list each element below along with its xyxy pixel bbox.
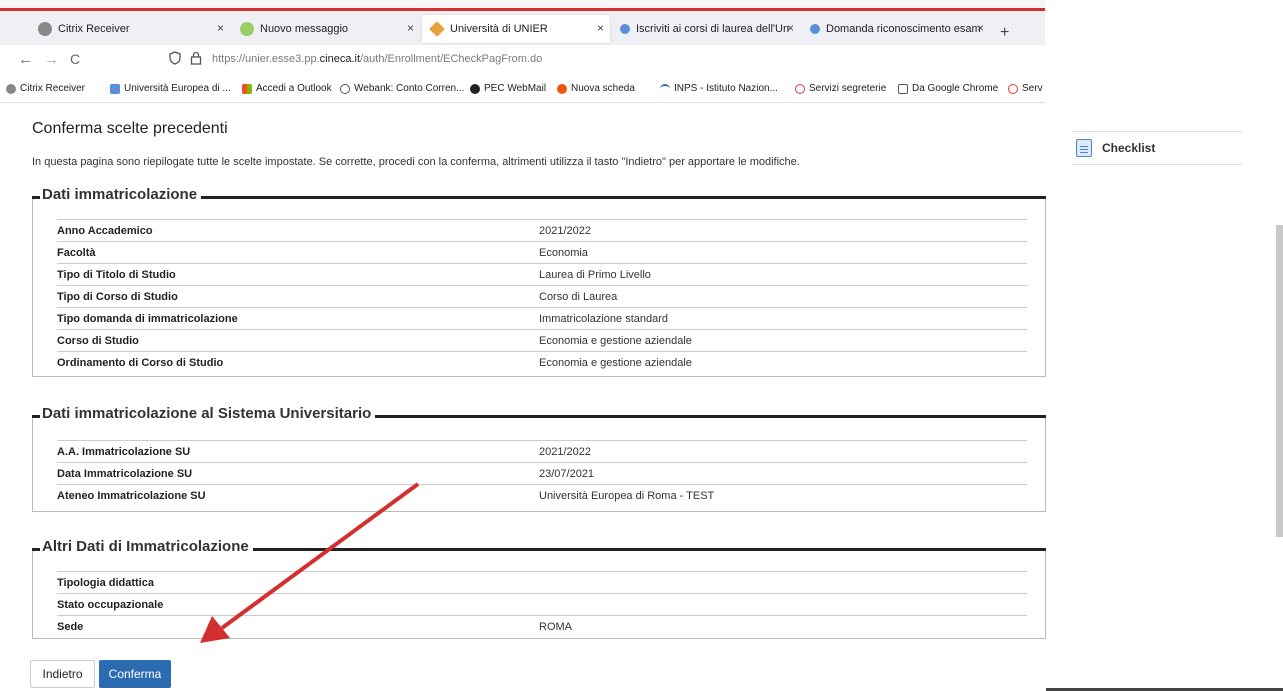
unier-small-icon <box>810 24 820 34</box>
close-icon[interactable]: × <box>407 21 414 35</box>
unier-icon <box>429 21 445 37</box>
url-bar[interactable]: https://unier.esse3.pp.cineca.it/auth/En… <box>212 53 542 65</box>
microsoft-icon <box>242 83 252 94</box>
clipboard-icon <box>1076 139 1092 157</box>
bookmark-pec[interactable]: PEC WebMail <box>470 83 546 94</box>
folder-icon <box>898 83 908 94</box>
new-tab-button[interactable]: + <box>1000 24 1009 42</box>
table-row: Sede ROMA <box>57 615 1027 637</box>
confirm-button[interactable]: Conferma <box>99 660 171 688</box>
browser-chrome: Citrix Receiver × Nuovo messaggio × Univ… <box>0 0 1045 103</box>
tab-citrix[interactable]: Citrix Receiver × <box>30 15 230 43</box>
url-path: /auth/Enrollment/ECheckPagFrom.do <box>360 53 543 65</box>
tab-universita-unier[interactable]: Università di UNIER × <box>422 15 610 43</box>
sidebar-item-label: Checklist <box>1102 141 1156 155</box>
section-box-altri-dati: Tipologia didattica Stato occupazionale … <box>32 551 1046 639</box>
bookmark-folder-chrome[interactable]: Da Google Chrome <box>898 83 998 94</box>
scrollbar[interactable] <box>1276 225 1283 537</box>
circle-icon <box>795 83 805 94</box>
forward-icon[interactable]: → <box>44 51 59 68</box>
pec-icon <box>470 83 480 94</box>
close-icon[interactable]: × <box>787 21 794 35</box>
page-title: Conferma scelte precedenti <box>32 120 228 137</box>
section-box-dati-immatricolazione: Anno Accademico 2021/2022 Facoltà Economia… <box>32 199 1046 377</box>
table-row: Tipo di Titolo di Studio Laurea di Primo … <box>57 263 1027 285</box>
url-prefix: https://unier.esse3.pp. <box>212 53 320 65</box>
table-row: Anno Accademico 2021/2022 <box>57 219 1027 241</box>
form-actions: Indietro Conferma <box>0 660 300 690</box>
section-box-sistema-universitario: A.A. Immatricolazione SU 2021/2022 Data I… <box>32 418 1046 512</box>
back-button[interactable]: Indietro <box>30 660 95 688</box>
table-row: Facoltà Economia <box>57 241 1027 263</box>
tab-domanda[interactable]: Domanda riconoscimento esam × <box>802 15 990 43</box>
shield-icon[interactable] <box>168 51 182 68</box>
url-domain: cineca.it <box>319 53 360 65</box>
table-row: Tipologia didattica <box>57 571 1027 593</box>
bookmark-webank[interactable]: Webank: Conto Corren... <box>340 83 464 94</box>
table-row: Stato occupazionale <box>57 593 1027 615</box>
tab-nuovo-messaggio[interactable]: Nuovo messaggio × <box>232 15 420 43</box>
citrix-icon <box>6 83 16 94</box>
bookmark-serv[interactable]: Serv <box>1008 83 1043 94</box>
right-sidebar: Checklist <box>1060 103 1283 691</box>
unier-small-icon <box>110 83 120 94</box>
bookmarks-bar: Citrix Receiver Università Europea di ..… <box>0 75 1045 103</box>
page-content: Conferma scelte precedenti In questa pag… <box>0 103 1060 691</box>
tab-iscriviti[interactable]: Iscriviti ai corsi di laurea dell'Un × <box>612 15 800 43</box>
close-icon[interactable]: × <box>977 21 984 35</box>
globe-icon <box>340 83 350 94</box>
citrix-icon <box>38 22 52 36</box>
table-row: Data Immatricolazione SU 23/07/2021 <box>57 462 1027 484</box>
close-icon[interactable]: × <box>217 21 224 35</box>
navigation-bar: ← → C https://unier.esse3.pp.cineca.it/a… <box>0 45 1045 75</box>
lock-icon[interactable] <box>190 51 202 68</box>
reload-icon[interactable]: C <box>70 51 80 67</box>
table-row: Tipo di Corso di Studio Corso di Laurea <box>57 285 1027 307</box>
bookmark-universita[interactable]: Università Europea di ... <box>110 83 231 94</box>
bookmark-servizi-segreterie[interactable]: Servizi segreterie <box>795 83 886 94</box>
bookmark-nuova-scheda[interactable]: Nuova scheda <box>557 83 635 94</box>
table-row: Ordinamento di Corso di Studio Economia e… <box>57 351 1027 373</box>
inps-icon <box>660 83 670 94</box>
table-row: Ateneo Immatricolazione SU Università Eur… <box>57 484 1027 506</box>
tab-bar: Citrix Receiver × Nuovo messaggio × Univ… <box>0 11 1045 45</box>
firefox-icon <box>557 83 567 94</box>
unier-small-icon <box>620 24 630 34</box>
close-icon[interactable]: × <box>597 21 604 35</box>
sidebar-item-checklist[interactable]: Checklist <box>1072 131 1242 165</box>
back-icon[interactable]: ← <box>18 51 33 68</box>
table-row: Corso di Studio Economia e gestione azien… <box>57 329 1027 351</box>
page-intro: In questa pagina sono riepilogate tutte … <box>32 156 800 168</box>
mail-icon <box>240 22 254 36</box>
bookmark-citrix[interactable]: Citrix Receiver <box>6 83 85 94</box>
table-row: A.A. Immatricolazione SU 2021/2022 <box>57 440 1027 462</box>
table-row: Tipo domanda di immatricolazione Immatric… <box>57 307 1027 329</box>
circle-icon <box>1008 83 1018 94</box>
bookmark-outlook[interactable]: Accedi a Outlook <box>242 83 332 94</box>
bookmark-inps[interactable]: INPS - Istituto Nazion... <box>660 83 778 94</box>
